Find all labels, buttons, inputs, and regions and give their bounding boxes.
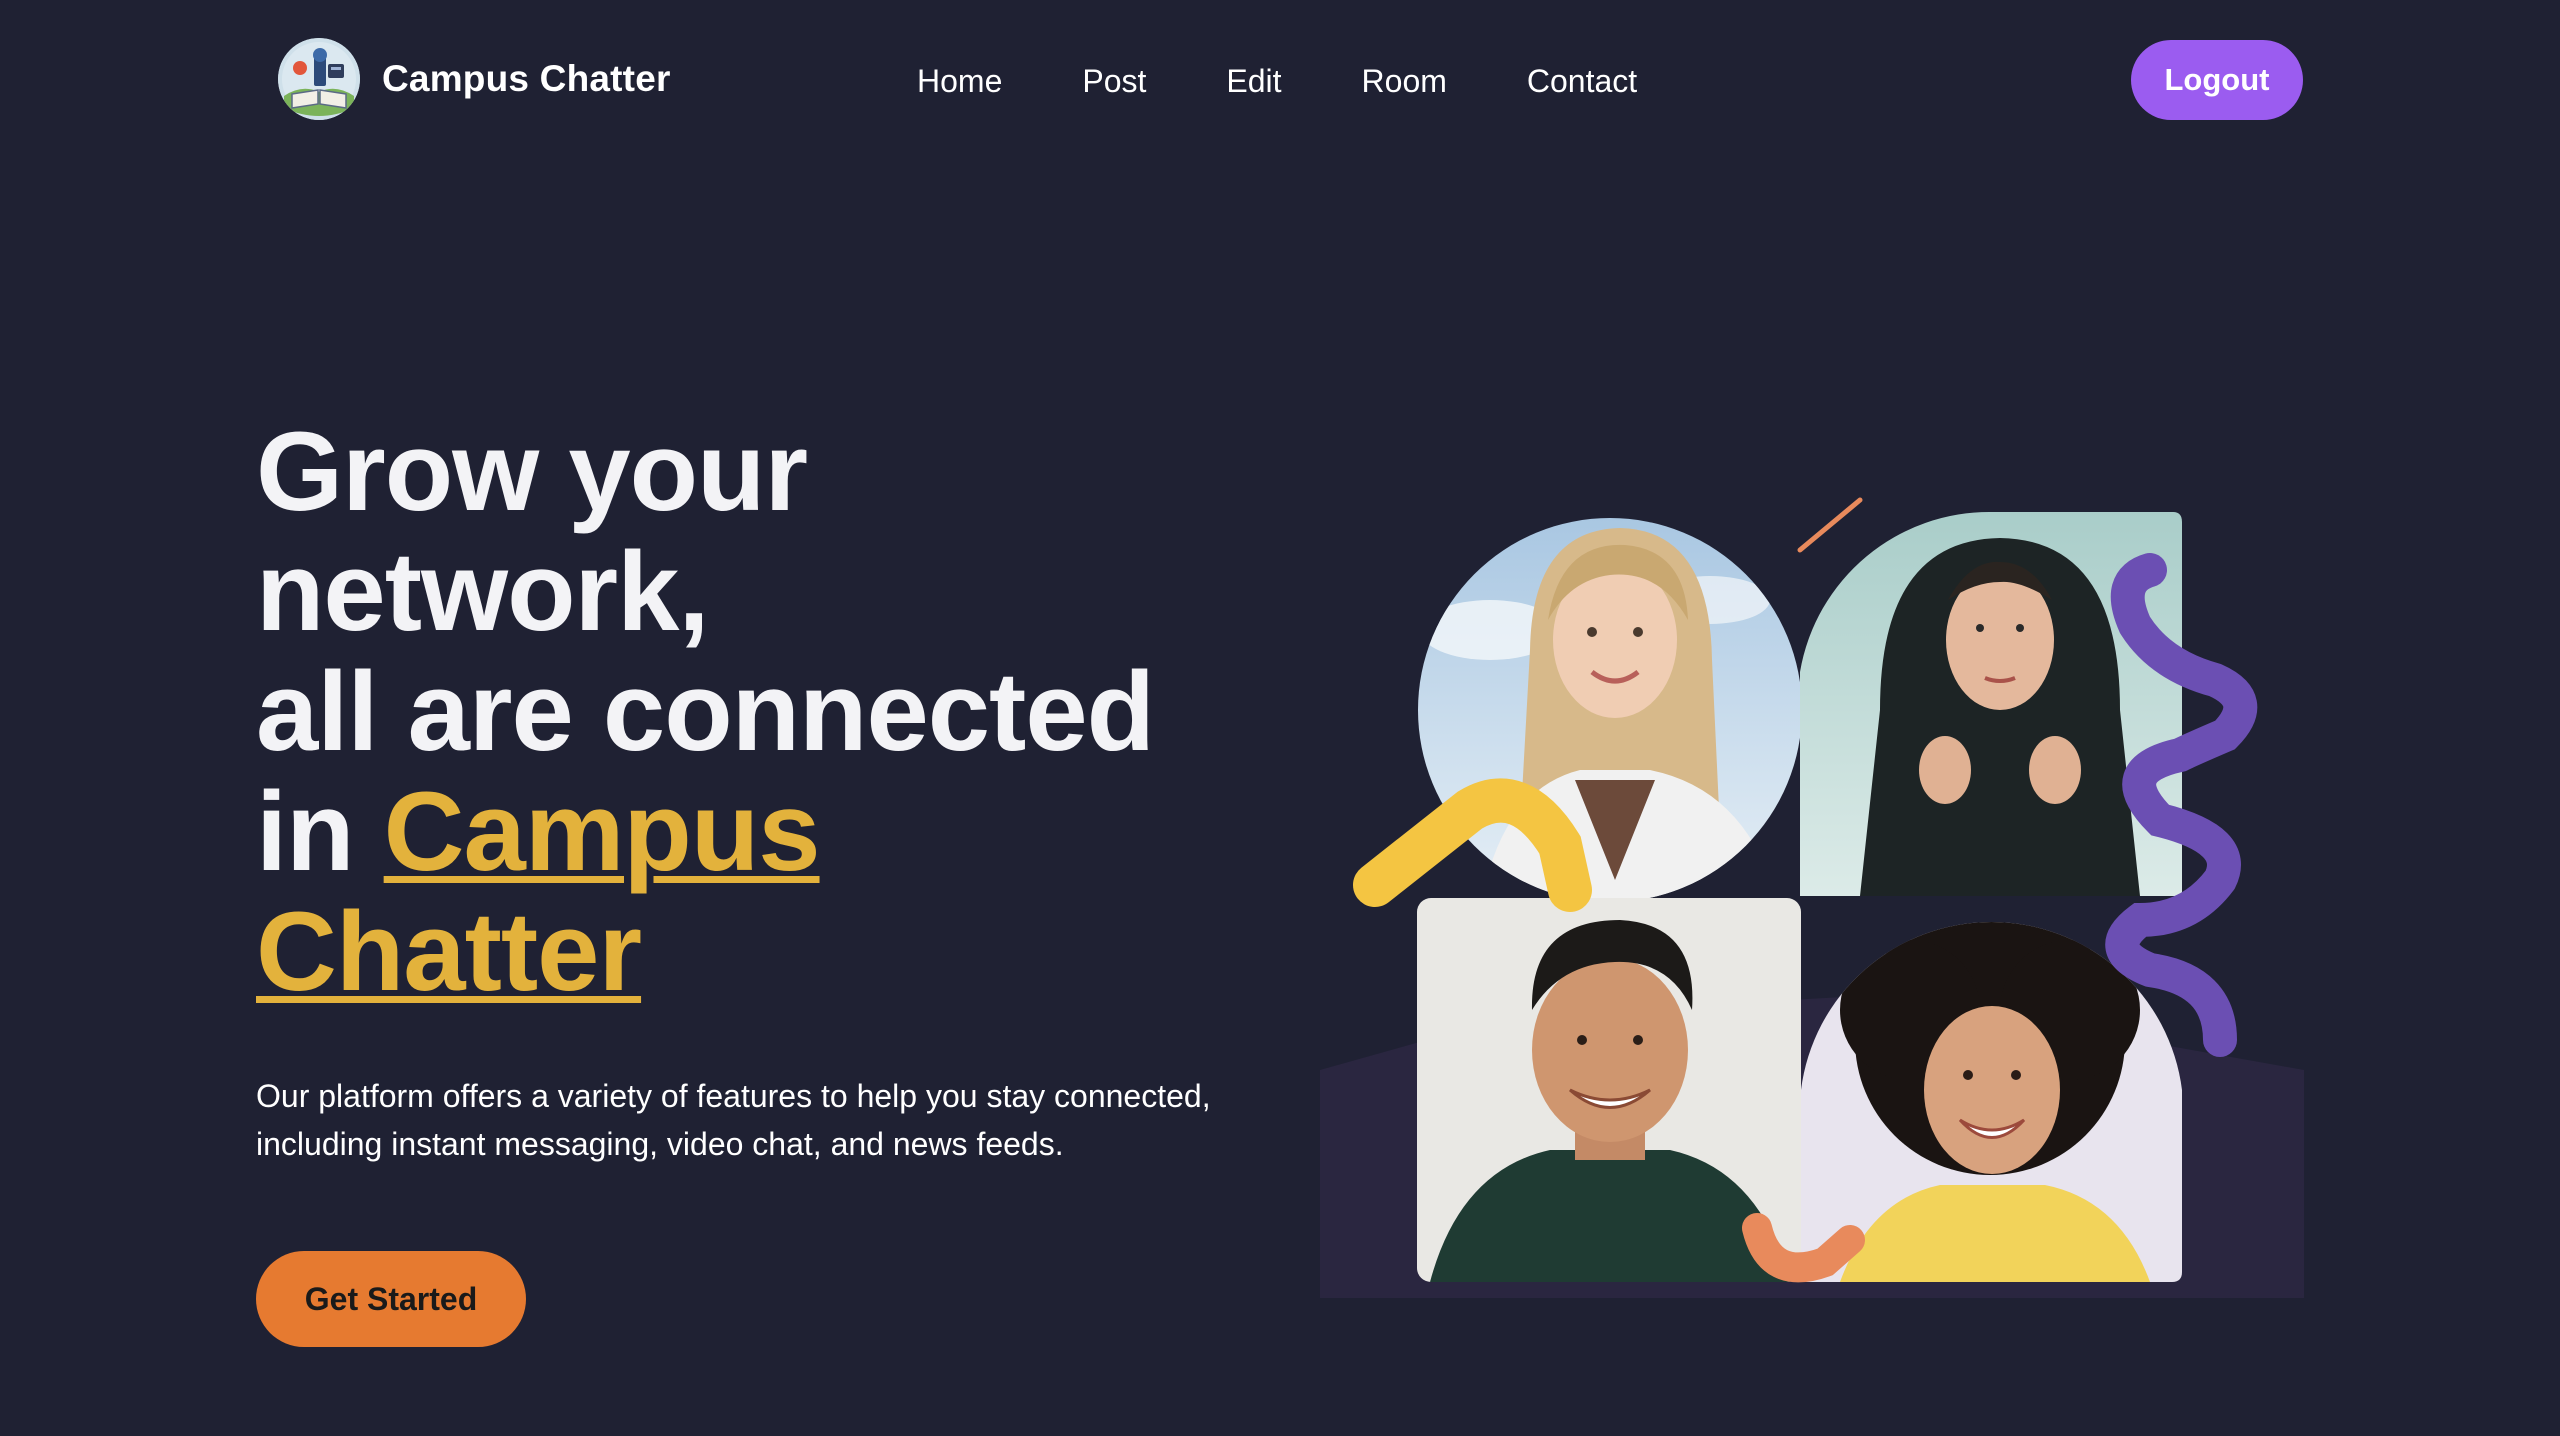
main-nav: Home Post Edit Room Contact — [917, 56, 1717, 106]
hero-title-line-2: network, — [256, 529, 710, 654]
campus-book-logo-icon — [278, 38, 360, 120]
nav-link-home[interactable]: Home — [917, 56, 1002, 106]
hero-title-highlight-chatter[interactable]: Chatter — [256, 889, 642, 1014]
nav-link-edit[interactable]: Edit — [1226, 56, 1281, 106]
hero-description-line-1: Our platform offers a variety of feature… — [256, 1078, 1211, 1114]
hero-title-prefix: in — [256, 769, 384, 894]
logout-button[interactable]: Logout — [2131, 40, 2303, 120]
hero-title-line-1: Grow your — [256, 409, 808, 534]
brand-link[interactable]: Campus Chatter — [278, 38, 671, 120]
hero-title-highlight-campus[interactable]: Campus — [384, 769, 821, 894]
nav-link-room[interactable]: Room — [1362, 56, 1447, 106]
hero-title: Grow your network, all are connected in … — [256, 412, 1316, 1012]
person-photo-woman-blonde — [1418, 518, 1801, 902]
brand-name: Campus Chatter — [382, 58, 671, 99]
hero-title-line-5: Chatter — [256, 892, 1316, 1012]
hero-title-line-4: in Campus — [256, 772, 1316, 892]
hero-illustration — [1320, 450, 2304, 1298]
nav-link-post[interactable]: Post — [1082, 56, 1146, 106]
landing-page: Campus Chatter Home Post Edit Room Conta… — [0, 0, 2560, 1436]
hero-description-line-2: including instant messaging, video chat,… — [256, 1126, 1064, 1162]
hero-description: Our platform offers a variety of feature… — [256, 1072, 1296, 1168]
site-header: Campus Chatter Home Post Edit Room Conta… — [0, 0, 2560, 160]
decor-coral-line — [1797, 497, 1863, 553]
get-started-button[interactable]: Get Started — [256, 1251, 526, 1347]
hero-illustration-svg — [1320, 497, 2304, 1298]
hero-title-line-3: all are connected — [256, 649, 1155, 774]
nav-link-contact[interactable]: Contact — [1527, 56, 1637, 106]
